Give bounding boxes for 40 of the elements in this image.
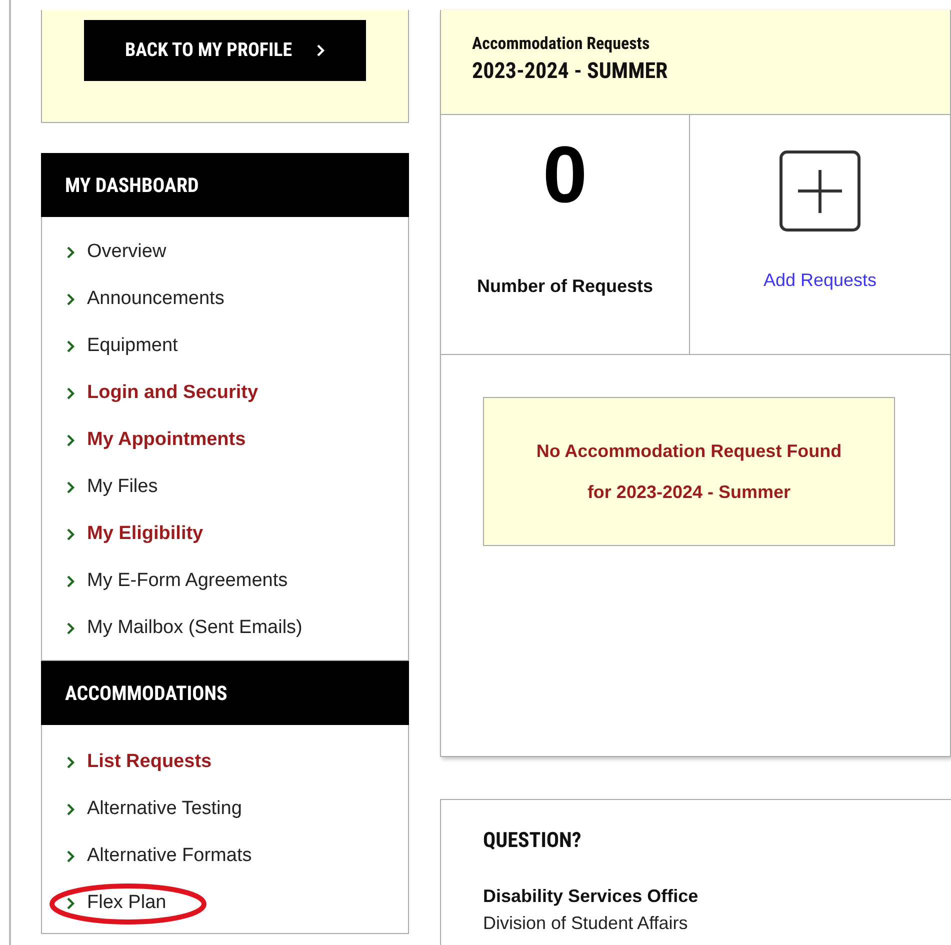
- section-header: MY DASHBOARD: [41, 153, 409, 217]
- nav-link[interactable]: My Eligibility: [87, 520, 204, 549]
- nav-link[interactable]: Equipment: [87, 332, 178, 361]
- add-requests-link[interactable]: Add Requests: [763, 267, 877, 294]
- back-to-profile-button[interactable]: BACK TO MY PROFILE: [84, 20, 366, 81]
- add-icon[interactable]: [779, 150, 861, 232]
- chevron-icon: [66, 803, 75, 816]
- office-name: Disability Services Office: [483, 884, 700, 908]
- chevron-icon: [66, 897, 75, 910]
- notice-text: for 2023-2024 - Summer: [587, 480, 791, 504]
- nav-link[interactable]: My Mailbox (Sent Emails): [87, 614, 302, 643]
- chevron-icon: [66, 434, 75, 447]
- chevron-icon: [66, 528, 75, 541]
- chevron-icon: [66, 850, 75, 863]
- chevron-icon: [66, 575, 75, 588]
- nav-link[interactable]: List Requests: [87, 748, 212, 777]
- nav-link[interactable]: Overview: [87, 238, 166, 267]
- nav-link[interactable]: My Appointments: [87, 426, 246, 455]
- section-header: ACCOMMODATIONS: [41, 661, 409, 725]
- notice-text: No Accommodation Request Found: [536, 440, 842, 463]
- chevron-icon: [66, 340, 75, 353]
- requests-title: Accommodation Requests: [472, 33, 651, 56]
- nav-link[interactable]: Announcements: [87, 285, 224, 314]
- question-title: QUESTION?: [483, 828, 582, 855]
- nav-link[interactable]: Alternative Testing: [87, 795, 242, 824]
- chevron-icon: [66, 622, 75, 635]
- nav-link[interactable]: My Files: [87, 473, 158, 502]
- chevron-icon: [66, 293, 75, 306]
- nav-link[interactable]: Alternative Formats: [87, 842, 252, 871]
- term-label: 2023-2024 - SUMMER: [472, 58, 669, 85]
- division-name: Division of Student Affairs: [483, 912, 689, 934]
- chevron-icon: [66, 387, 75, 400]
- chevron-icon: [66, 756, 75, 769]
- count-label: Number of Requests: [476, 275, 654, 298]
- chevron-icon: [316, 44, 326, 57]
- chevron-icon: [66, 246, 75, 259]
- nav-link[interactable]: My E-Form Agreements: [87, 567, 288, 596]
- request-count: 0: [542, 135, 588, 215]
- chevron-icon: [66, 481, 75, 494]
- nav-link[interactable]: Login and Security: [87, 379, 258, 408]
